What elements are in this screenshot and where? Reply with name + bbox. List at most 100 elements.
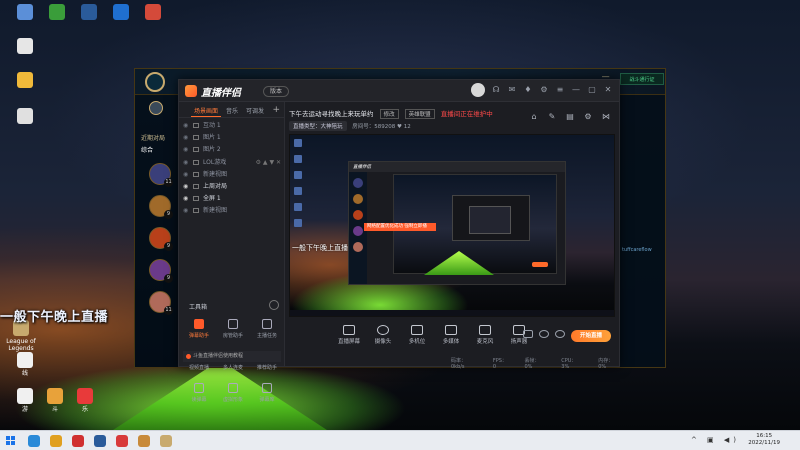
tool-item[interactable]: 读弹幕	[183, 380, 215, 410]
desktop-icon[interactable]	[104, 4, 138, 22]
source-control-button[interactable]: 直播屏幕	[337, 325, 361, 345]
tools-icon[interactable]: ✎	[547, 112, 557, 122]
source-control-button[interactable]: 麦克风	[473, 325, 497, 345]
headset-icon[interactable]: ☊	[491, 85, 501, 95]
live-type-pill[interactable]: 直播类型：大神陪玩	[289, 121, 347, 131]
tutorial-banner[interactable]: 斗鱼直播伴侣使用教程	[183, 351, 281, 362]
start-icon[interactable]	[6, 436, 16, 446]
scene-item[interactable]: ◉ 互动 1	[179, 120, 284, 132]
visibility-icon[interactable]: ◉	[183, 169, 188, 181]
menu-icon[interactable]: ≡	[555, 85, 565, 95]
desktop-icon[interactable]	[40, 4, 74, 22]
desktop-icon[interactable]	[8, 72, 42, 90]
eye-icon[interactable]	[539, 330, 549, 338]
champion-portrait[interactable]: 9	[149, 195, 173, 219]
preview-canvas[interactable]: 一般下午晚上直播 直播伴侣 网络配置优化成功 强制立即播	[289, 134, 615, 317]
list-icon[interactable]: ▤	[565, 112, 575, 122]
taskbar-app-icon[interactable]	[138, 435, 150, 447]
system-tray[interactable]: ^ ▣ ◀)	[691, 436, 740, 444]
gift-icon[interactable]: ⌂	[529, 112, 539, 122]
settings-icon[interactable]: ⚙	[583, 112, 593, 122]
room-title[interactable]: 下午去运动寻找晚上来玩单约	[289, 110, 374, 118]
share-icon[interactable]: ⋈	[601, 112, 611, 122]
champion-level: 11	[164, 306, 173, 315]
category-select[interactable]: 英雄联盟	[404, 109, 435, 119]
edit-title-button[interactable]: 修改	[379, 109, 399, 119]
scene-item[interactable]: ◉ 全屏 1	[179, 193, 284, 205]
taskbar-app-icon[interactable]	[50, 435, 62, 447]
desktop-icon[interactable]	[8, 4, 42, 22]
taskbar-app-icon[interactable]	[160, 435, 172, 447]
champion-level: 11	[164, 178, 173, 187]
streaming-app-window[interactable]: 直播伴侣 版本 ☊ ✉ ♦ ⚙ ≡ — ▢ ✕ 场景画面 音乐 可调发 + ◉ 互…	[178, 79, 620, 403]
version-badge[interactable]: 版本	[263, 86, 289, 97]
tab-extra[interactable]: 可调发	[243, 102, 267, 117]
taskbar-app-icon[interactable]	[28, 435, 40, 447]
tool-item[interactable]: 房管助手	[217, 316, 249, 346]
add-scene-icon[interactable]: +	[272, 105, 280, 115]
visibility-icon[interactable]: ◉	[183, 205, 188, 217]
desktop-icon[interactable]	[8, 108, 42, 126]
visibility-icon[interactable]: ◉	[183, 144, 188, 156]
visibility-icon[interactable]: ◉	[183, 157, 188, 169]
lol-pass-button[interactable]: 战斗通行证	[620, 73, 664, 85]
tool-item[interactable]: 弹幕库	[251, 380, 283, 410]
tool-item[interactable]: 主播任务	[251, 316, 283, 346]
visibility-icon[interactable]: ◉	[183, 120, 188, 132]
tab-music[interactable]: 音乐	[223, 102, 241, 117]
scene-item[interactable]: ◉ 新建视图	[179, 169, 284, 181]
scene-item[interactable]: ◉ 新建视图	[179, 205, 284, 217]
maximize-icon[interactable]: ▢	[587, 85, 597, 95]
champion-portrait[interactable]: 11	[149, 291, 173, 315]
tools-settings-icon[interactable]	[269, 300, 279, 310]
lol-right-panel: 战斗通行证 tuffcareflow	[617, 73, 665, 367]
desktop-icon[interactable]: 线	[8, 352, 42, 377]
gear-icon[interactable]: ⚙	[539, 85, 549, 95]
scene-item[interactable]: ◉ 上周对局	[179, 181, 284, 193]
user-avatar[interactable]	[471, 83, 485, 97]
clock[interactable]: 16:15 2022/11/19	[748, 433, 780, 447]
source-control-button[interactable]: 多机位	[405, 325, 429, 345]
champion-portrait[interactable]: 11	[149, 163, 173, 187]
taskbar-app-icon[interactable]	[72, 435, 84, 447]
minimize-icon[interactable]: —	[571, 85, 581, 95]
scene-ops-icon[interactable]: ⚙ ▲ ▼ ✕	[256, 157, 281, 169]
record-icon[interactable]	[523, 330, 533, 338]
desktop-icon[interactable]: 斗	[38, 388, 72, 413]
status-item: 丢帧：0%	[524, 358, 540, 370]
close-icon[interactable]: ✕	[603, 85, 613, 95]
desktop-icon[interactable]	[72, 4, 106, 22]
scene-item[interactable]: ◉ LOL游戏 ⚙ ▲ ▼ ✕	[179, 157, 284, 169]
scene-item[interactable]: ◉ 图片 1	[179, 132, 284, 144]
taskbar-app-icon[interactable]	[116, 435, 128, 447]
shirt-icon[interactable]: ♦	[523, 85, 533, 95]
visibility-icon[interactable]: ◉	[183, 193, 188, 205]
scene-item[interactable]: ◉ 图片 2	[179, 144, 284, 156]
source-controls: 直播屏幕 摄像头 多机位 多媒体 麦克风 扬声器	[337, 325, 531, 345]
desktop-icon[interactable]	[136, 4, 170, 22]
champion-portrait[interactable]: 9	[149, 227, 173, 251]
desktop-icon[interactable]: 游	[8, 388, 42, 413]
desktop-icon[interactable]: 乐	[68, 388, 102, 413]
lol-profile-avatar[interactable]	[149, 101, 163, 115]
champion-portrait[interactable]: 9	[149, 259, 173, 283]
source-control-button[interactable]: 多媒体	[439, 325, 463, 345]
taskbar: ^ ▣ ◀) 16:15 2022/11/19	[0, 430, 800, 450]
taskbar-app-icon[interactable]	[94, 435, 106, 447]
source-control-button[interactable]: 摄像头	[371, 325, 395, 345]
scene-icon	[193, 183, 199, 189]
app-shortcut-icon	[17, 388, 33, 404]
visibility-icon[interactable]: ◉	[183, 132, 188, 144]
settings-small-icon[interactable]	[555, 330, 565, 338]
lol-tab-overview[interactable]: 综合	[141, 145, 153, 154]
tool-item[interactable]: 虚拟形象	[217, 380, 249, 410]
start-live-button[interactable]: 开始直播	[571, 330, 611, 342]
source-icon	[377, 325, 389, 335]
tool-item[interactable]: 弹幕助手	[183, 316, 215, 346]
visibility-icon[interactable]: ◉	[183, 181, 188, 193]
tab-scenes[interactable]: 场景画面	[191, 102, 222, 117]
lol-logo-icon[interactable]	[145, 72, 165, 92]
desktop-icon[interactable]	[8, 38, 42, 56]
tool-icon	[194, 383, 204, 393]
mail-icon[interactable]: ✉	[507, 85, 517, 95]
